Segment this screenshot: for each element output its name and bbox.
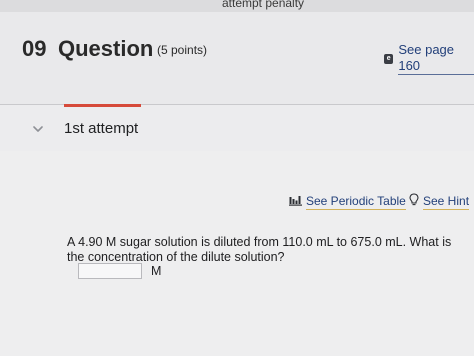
see-page-label: See page 160 [398, 42, 474, 75]
ebook-icon: e [384, 53, 394, 64]
question-number: 09 [22, 36, 47, 61]
periodic-table-icon [289, 193, 302, 211]
periodic-table-label: See Periodic Table [306, 194, 406, 210]
question-title: Question [58, 36, 154, 61]
hint-button[interactable]: See Hint [409, 193, 470, 211]
see-page-link[interactable]: e See page 160 [384, 42, 474, 75]
question-points: (5 points) [157, 43, 208, 57]
lightbulb-icon [409, 193, 419, 211]
answer-unit: M [151, 264, 162, 278]
chevron-down-icon[interactable] [33, 120, 43, 138]
answer-input[interactable] [78, 263, 142, 279]
periodic-table-button[interactable]: See Periodic Table [289, 193, 406, 211]
attempt-label: 1st attempt [64, 120, 139, 137]
attempt-accent-bar [64, 104, 141, 107]
question-text: A 4.90 M sugar solution is diluted from … [67, 235, 452, 264]
hint-label: See Hint [423, 194, 470, 210]
top-strip: attempt penalty [0, 0, 474, 12]
attempt-penalty-text: attempt penalty [222, 0, 305, 10]
